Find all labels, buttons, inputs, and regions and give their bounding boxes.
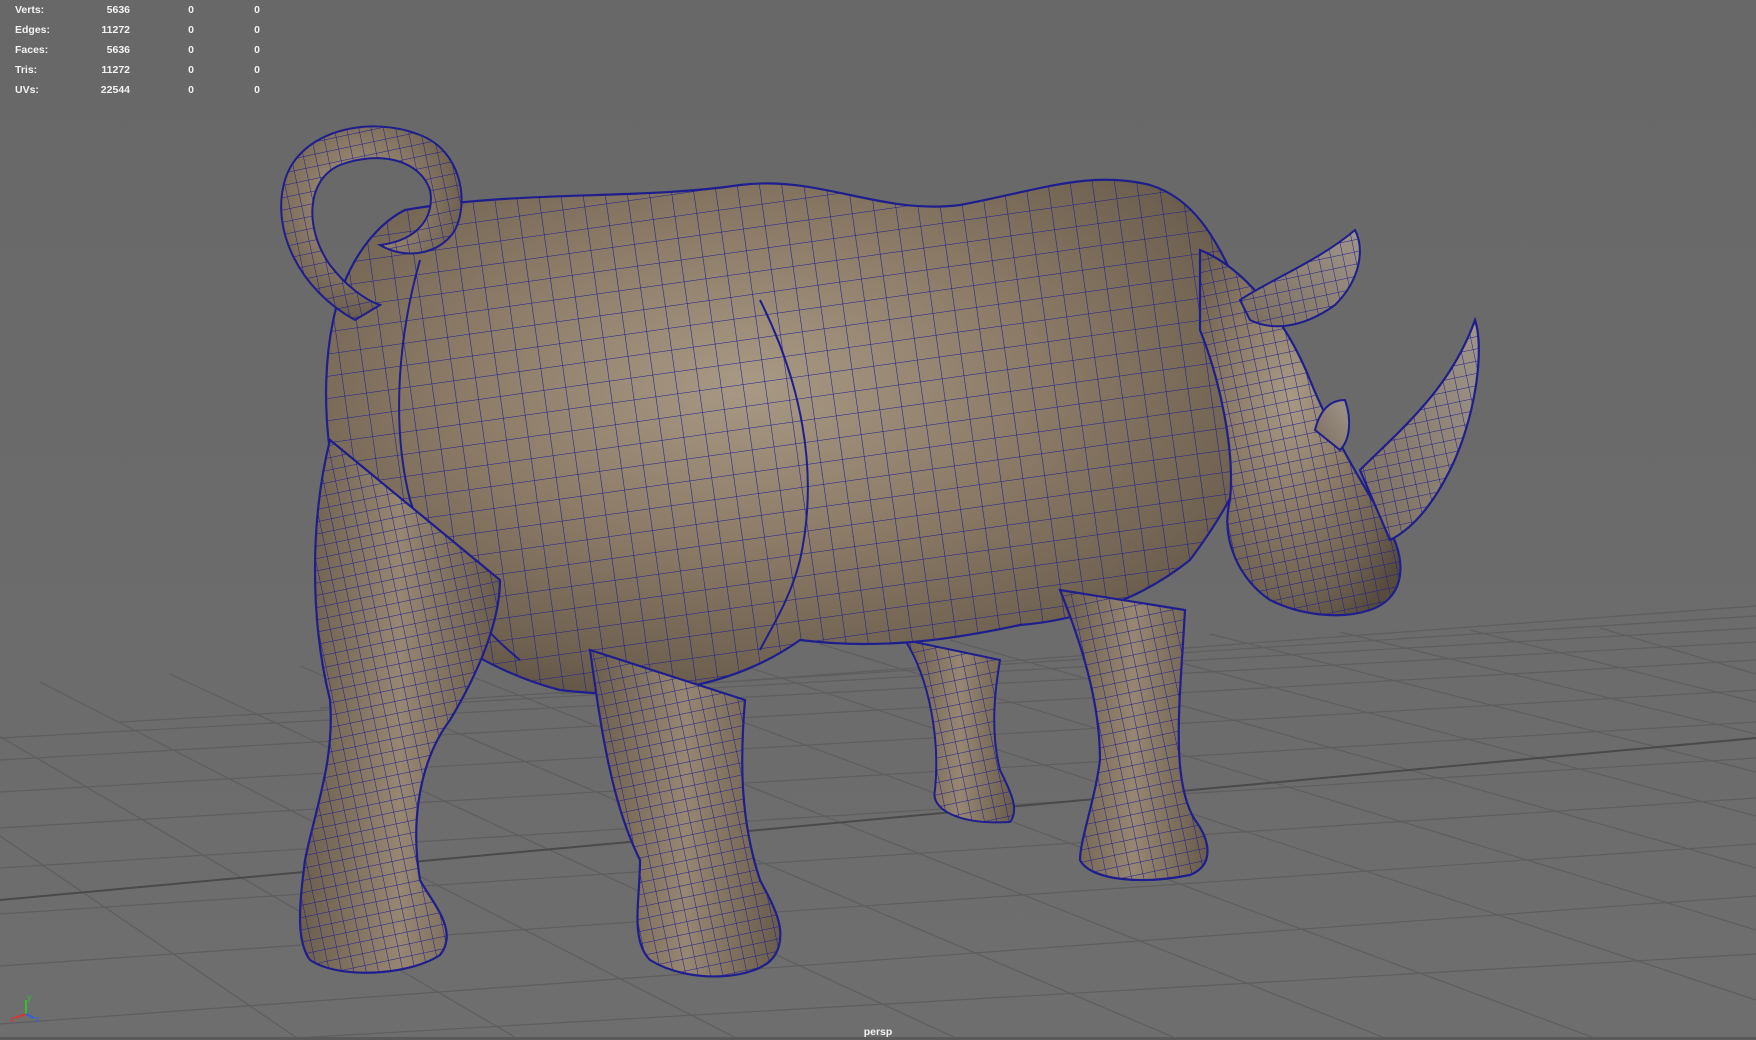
hud-row-edges: Edges: 11272 0 0 — [0, 20, 270, 40]
poly-count-hud: Verts: 5636 0 0 Edges: 11272 0 0 Faces: … — [0, 0, 270, 100]
grid-axis-line — [0, 737, 1756, 901]
viewport-panel[interactable]: Verts: 5636 0 0 Edges: 11272 0 0 Faces: … — [0, 0, 1756, 1040]
hud-value-total: 5636 — [106, 4, 130, 16]
hud-label: Edges: — [15, 24, 51, 36]
hud-value-total: 5636 — [106, 44, 130, 56]
hud-value-total: 11272 — [101, 64, 130, 76]
camera-name-label: persp — [863, 1026, 893, 1038]
axis-y-label: y — [27, 992, 32, 1002]
hud-value-selected: 0 — [188, 84, 194, 96]
hud-value-selected: 0 — [188, 64, 194, 76]
hud-value-total: 11272 — [101, 24, 130, 36]
scene-canvas[interactable] — [0, 0, 1756, 1040]
hud-value-extra: 0 — [254, 44, 260, 56]
hud-value-extra: 0 — [254, 24, 260, 36]
hud-row-verts: Verts: 5636 0 0 — [0, 0, 270, 20]
hud-row-uvs: UVs: 22544 0 0 — [0, 80, 270, 100]
hud-value-extra: 0 — [254, 4, 260, 16]
grid-floor — [0, 605, 1756, 1040]
hud-value-total: 22544 — [100, 84, 130, 96]
hud-value-selected: 0 — [188, 24, 194, 36]
axis-z-label: z — [35, 1014, 40, 1024]
axis-gizmo-icon: x y z — [10, 992, 40, 1024]
hud-row-tris: Tris: 11272 0 0 — [0, 60, 270, 80]
hud-value-selected: 0 — [188, 4, 194, 16]
hud-label: UVs: — [15, 84, 39, 96]
hud-label: Tris: — [15, 64, 38, 76]
axis-x-label: x — [10, 1014, 15, 1024]
hud-value-extra: 0 — [254, 64, 260, 76]
hud-label: Verts: — [15, 4, 45, 16]
hud-row-faces: Faces: 5636 0 0 — [0, 40, 270, 60]
hud-value-extra: 0 — [254, 84, 260, 96]
hud-value-selected: 0 — [188, 44, 194, 56]
hud-label: Faces: — [15, 44, 49, 56]
